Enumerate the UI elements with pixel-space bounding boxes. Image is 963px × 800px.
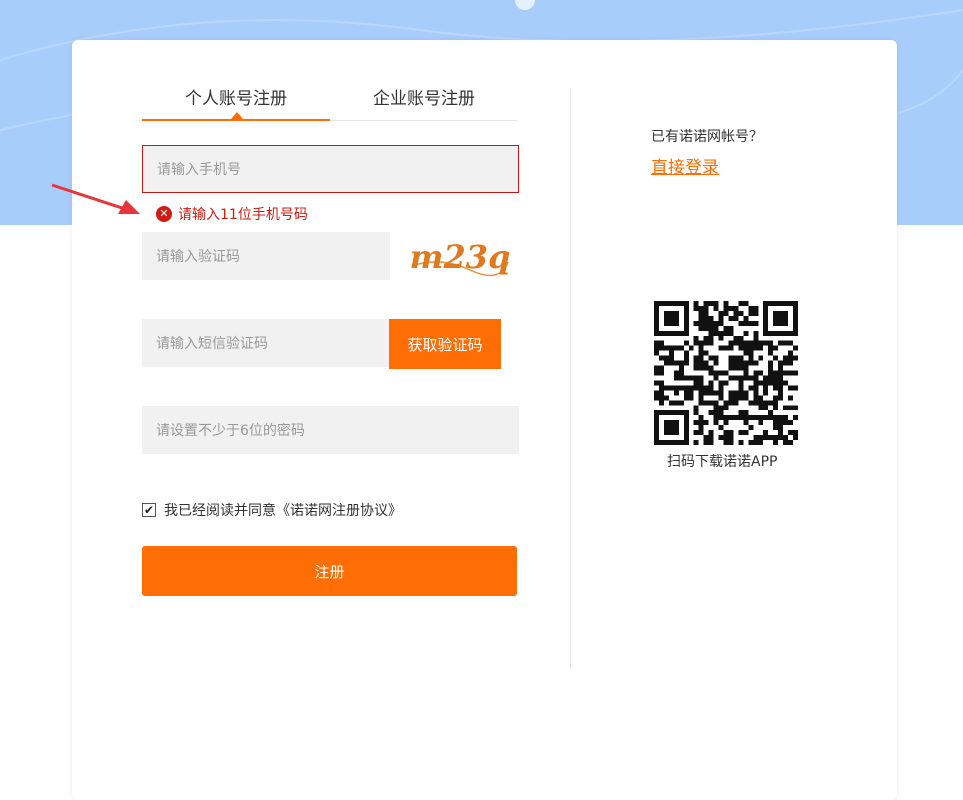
register-card: 个人账号注册 企业账号注册 请输入手机号 ✕ 请输入11位手机号码 请输入验证码… [72, 40, 897, 800]
phone-error-text: 请输入11位手机号码 [178, 207, 308, 223]
get-sms-code-button[interactable]: 获取验证码 [389, 319, 501, 369]
register-button[interactable]: 注册 [142, 546, 517, 596]
captcha-image[interactable]: m23q [410, 236, 510, 282]
register-tabs: 个人账号注册 企业账号注册 [142, 80, 517, 121]
agreement-text[interactable]: 我已经阅读并同意《诺诺网注册协议》 [164, 500, 402, 520]
agreement-row: ✔ 我已经阅读并同意《诺诺网注册协议》 [142, 500, 402, 520]
sms-code-input[interactable]: 请输入短信验证码 [142, 319, 390, 367]
password-placeholder: 请设置不少于6位的密码 [156, 423, 305, 439]
captcha-placeholder: 请输入验证码 [156, 249, 240, 265]
qr-code-image [654, 301, 798, 445]
qr-caption: 扫码下载诺诺APP [667, 454, 778, 470]
active-tab-caret [231, 112, 243, 119]
password-input[interactable]: 请设置不少于6位的密码 [142, 406, 519, 454]
phone-input[interactable]: 请输入手机号 [142, 145, 519, 193]
tab-enterprise[interactable]: 企业账号注册 [330, 84, 518, 109]
red-arrow-annotation [51, 183, 140, 214]
has-account-text: 已有诺诺网帐号？ [651, 129, 763, 145]
captcha-text: m23q [410, 238, 510, 276]
sms-placeholder: 请输入短信验证码 [156, 336, 268, 352]
agreement-checkbox[interactable]: ✔ [142, 503, 156, 517]
vertical-divider [570, 88, 571, 668]
tab-personal[interactable]: 个人账号注册 [142, 84, 330, 109]
phone-error-message: ✕ 请输入11位手机号码 [156, 204, 308, 224]
error-icon: ✕ [156, 206, 172, 222]
login-link[interactable]: 直接登录 [651, 153, 719, 178]
phone-placeholder: 请输入手机号 [157, 162, 241, 178]
captcha-input[interactable]: 请输入验证码 [142, 232, 390, 280]
active-tab-underline [142, 119, 330, 121]
